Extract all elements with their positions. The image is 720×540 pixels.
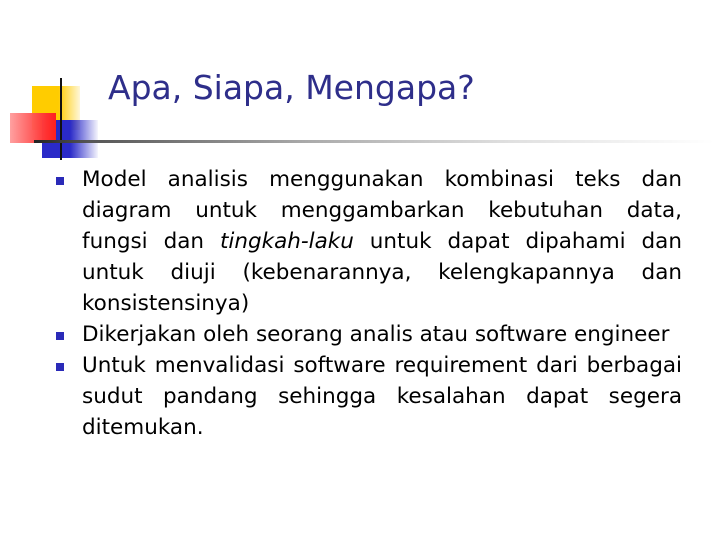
decor-vertical-line <box>60 78 62 160</box>
square-bullet-icon <box>56 363 64 371</box>
square-bullet-icon <box>56 332 64 340</box>
square-bullet-icon <box>56 177 64 185</box>
bullet-emphasis: tingkah-laku <box>219 229 354 254</box>
bullet-item: Untuk menvalidasi software requirement d… <box>56 350 682 443</box>
bullet-item: Dikerjakan oleh seorang analis atau soft… <box>56 319 682 350</box>
bullet-text: Dikerjakan oleh seorang analis atau soft… <box>82 322 670 347</box>
title-underline <box>34 140 714 143</box>
slide-title: Apa, Siapa, Mengapa? <box>108 68 475 107</box>
bullet-list: Model analisis menggunakan kombinasi tek… <box>56 164 682 443</box>
bullet-text: Untuk menvalidasi software requirement d… <box>82 353 682 440</box>
decor-red-square <box>10 113 56 143</box>
bullet-item: Model analisis menggunakan kombinasi tek… <box>56 164 682 319</box>
